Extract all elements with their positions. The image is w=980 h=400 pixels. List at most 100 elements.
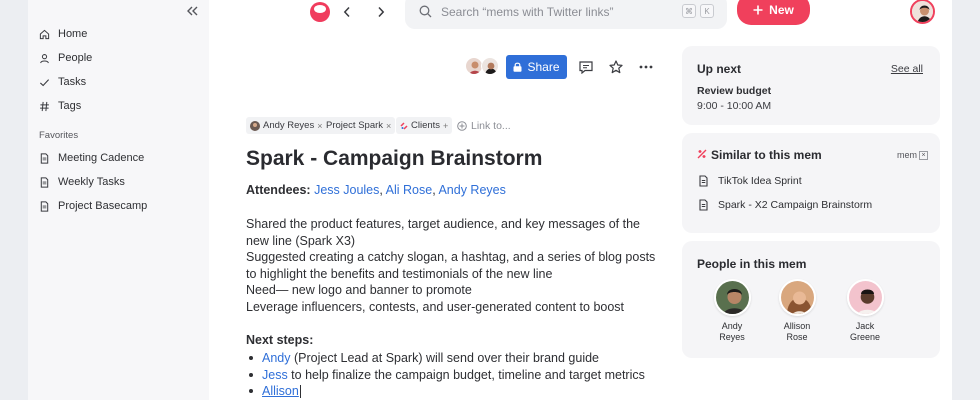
add-circle-icon — [457, 120, 467, 131]
notes-line[interactable]: new line (Spark X3) — [246, 233, 355, 250]
more-options-icon[interactable] — [637, 58, 655, 76]
list-item-text: to help finalize the campaign budget, ti… — [287, 367, 645, 382]
search-input[interactable] — [441, 4, 661, 19]
share-button-label: Share — [527, 60, 560, 74]
share-button[interactable]: Share — [506, 55, 567, 79]
similar-mem-item[interactable]: Spark - X2 Campaign Brainstorm — [698, 199, 872, 211]
list-item[interactable]: Allison — [249, 383, 645, 400]
tag-label: Project Spark — [326, 120, 384, 131]
mention-link[interactable]: Allison — [262, 384, 299, 398]
tag-avatar-icon — [250, 120, 260, 131]
shortcut-key-cmd: ⌘ — [682, 4, 696, 18]
person-andy-reyes[interactable]: Andy Reyes — [702, 279, 762, 343]
next-steps-heading[interactable]: Next steps: — [246, 333, 313, 347]
attendee-link[interactable]: Andy Reyes — [438, 183, 505, 197]
search-icon — [419, 5, 432, 18]
search-bar[interactable]: ⌘ K — [405, 0, 727, 29]
document-icon — [40, 152, 49, 164]
star-icon[interactable] — [607, 58, 625, 76]
event-time: 9:00 - 10:00 AM — [697, 100, 772, 112]
people-title: People in this mem — [697, 257, 807, 271]
list-item[interactable]: Jess to help finalize the campaign budge… — [249, 367, 645, 384]
check-icon — [39, 78, 50, 86]
avatar — [846, 279, 884, 316]
see-all-link[interactable]: See all — [891, 63, 923, 75]
sparkle-icon — [697, 149, 707, 159]
similar-mem-label: TikTok Idea Sprint — [718, 175, 802, 187]
hash-icon — [40, 101, 49, 111]
notes-line[interactable]: to highlight the benefits and testimonia… — [246, 266, 552, 283]
sidebar-item-label: Home — [58, 28, 88, 40]
sidebar-item-tasks[interactable]: Tasks — [39, 72, 86, 92]
comment-icon[interactable] — [577, 58, 595, 76]
sidebar-item-label: Tags — [58, 100, 82, 112]
sidebar-item-label: People — [58, 52, 93, 64]
remove-tag-icon[interactable]: × — [386, 121, 391, 131]
sidebar-item-label: Tasks — [58, 76, 87, 88]
sidebar-item-home[interactable]: Home — [39, 24, 87, 44]
sidebar-item-label: Weekly Tasks — [58, 176, 125, 188]
home-icon — [39, 29, 50, 39]
notes-line[interactable]: Shared the product features, target audi… — [246, 216, 640, 233]
forward-arrow-icon[interactable] — [373, 4, 389, 20]
lock-icon — [513, 62, 522, 72]
similar-title: Similar to this mem — [711, 148, 822, 162]
up-next-title: Up next — [697, 62, 742, 76]
person-allison-rose[interactable]: Allison Rose — [767, 279, 827, 343]
user-avatar[interactable] — [910, 0, 935, 24]
new-button-label: New — [769, 2, 794, 17]
mention-link[interactable]: Andy — [262, 351, 291, 365]
document-icon — [699, 175, 708, 187]
attendees-line[interactable]: Attendees: Jess Joules, Ali Rose, Andy R… — [246, 183, 506, 197]
tag-person[interactable]: Andy Reyes × — [246, 117, 327, 134]
back-arrow-icon[interactable] — [339, 4, 355, 20]
mem-badge: mem × — [897, 150, 928, 160]
sidebar-item-people[interactable]: People — [39, 48, 92, 68]
person-name: Allison Rose — [783, 321, 811, 342]
mem-logo-icon[interactable] — [310, 2, 330, 22]
similar-mem-item[interactable]: TikTok Idea Sprint — [698, 175, 802, 187]
add-tag-icon[interactable]: + — [443, 121, 448, 131]
collapse-sidebar-icon[interactable] — [182, 3, 202, 19]
shortcut-key-k: K — [700, 4, 714, 18]
notes-line[interactable]: Suggested creating a catchy slogan, a ha… — [246, 249, 655, 266]
text-cursor — [299, 384, 301, 398]
avatar — [778, 279, 816, 316]
window-frame-right — [952, 0, 980, 400]
link-to-label: Link to... — [471, 119, 511, 132]
collection-icon — [400, 121, 408, 130]
sidebar-item-weekly-tasks[interactable]: Weekly Tasks — [39, 172, 125, 192]
document-icon — [40, 176, 49, 188]
event-title[interactable]: Review budget — [697, 85, 771, 97]
mention-link[interactable]: Jess — [262, 368, 288, 382]
person-icon — [40, 53, 49, 63]
link-to-button[interactable]: Link to... — [457, 117, 511, 134]
list-item[interactable]: Andy (Project Lead at Spark) will send o… — [249, 350, 645, 367]
tag-label: Andy Reyes — [263, 120, 315, 131]
collaborator-avatar[interactable] — [481, 57, 499, 75]
sidebar-item-meeting-cadence[interactable]: Meeting Cadence — [39, 148, 144, 168]
notes-line[interactable]: Leverage influencers, contests, and user… — [246, 299, 624, 316]
notes-line[interactable]: Need— new logo and banner to promote — [246, 282, 472, 299]
sidebar-item-label: Project Basecamp — [58, 200, 148, 212]
sidebar-item-label: Meeting Cadence — [58, 152, 145, 164]
person-jack-greene[interactable]: Jack Greene — [835, 279, 895, 343]
plus-icon — [753, 5, 763, 14]
tag-collection[interactable]: Clients + — [396, 117, 453, 134]
new-mem-button[interactable]: New — [737, 0, 810, 25]
doc-title[interactable]: Spark - Campaign Brainstorm — [246, 147, 542, 171]
sidebar-item-tags[interactable]: Tags — [39, 96, 81, 116]
next-steps-list: Andy (Project Lead at Spark) will send o… — [249, 350, 645, 400]
person-name: Jack Greene — [849, 321, 881, 342]
attendee-link[interactable]: Jess Joules — [314, 183, 379, 197]
attendee-link[interactable]: Ali Rose — [386, 183, 433, 197]
document-icon — [699, 199, 708, 211]
people-card: People in this mem Andy Reyes Allison Rose… — [682, 241, 940, 358]
sidebar-item-project-basecamp[interactable]: Project Basecamp — [39, 196, 147, 216]
close-icon[interactable]: × — [919, 150, 928, 160]
sidebar: Home People Tasks Tags Favorites Meeting… — [28, 0, 209, 400]
similar-mem-label: Spark - X2 Campaign Brainstorm — [718, 199, 873, 211]
tag-label: Clients — [411, 120, 441, 131]
tag-project[interactable]: Project Spark × — [322, 117, 396, 134]
up-next-card: Up next See all Review budget 9:00 - 10:… — [682, 46, 940, 125]
